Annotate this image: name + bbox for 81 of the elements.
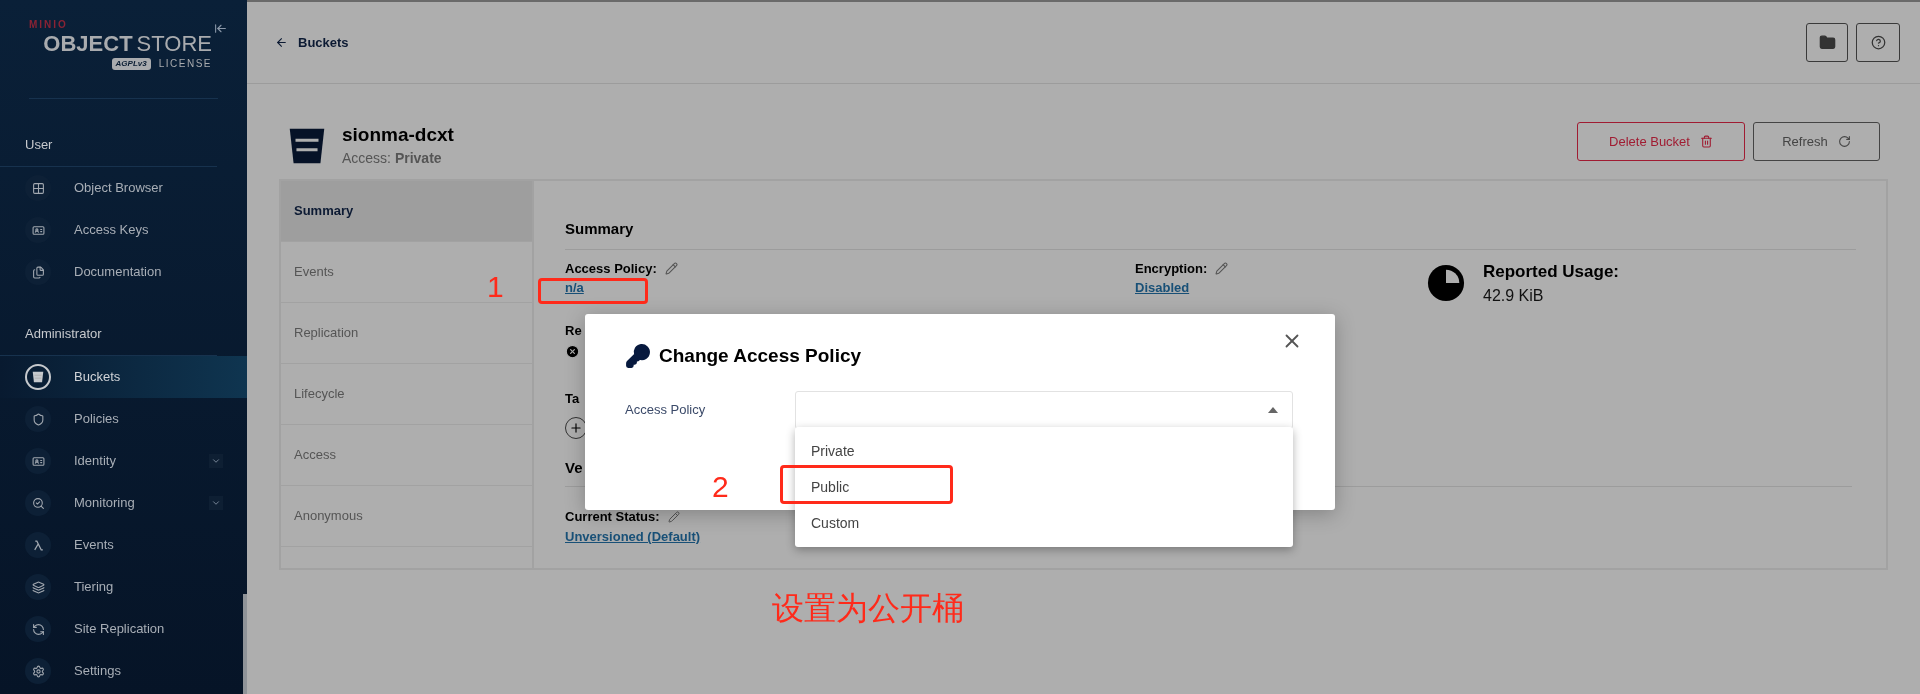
license-text: LICENSE [158, 59, 212, 69]
product-name: OBJECT [43, 33, 133, 55]
help-button[interactable] [1856, 23, 1900, 62]
sidebar-label: Buckets [74, 368, 122, 387]
documents-icon [31, 265, 45, 279]
encryption-link[interactable]: Disabled [1135, 278, 1190, 298]
field-label: Encryption: [1135, 259, 1208, 278]
dropdown-option[interactable]: Custom [795, 505, 1293, 541]
chevron-icon[interactable] [209, 496, 223, 510]
bucket-name: sionma-dcxt [342, 123, 454, 147]
sidebar-label: Identity [74, 452, 117, 471]
chevron-icon[interactable] [209, 454, 223, 468]
lambda-icon [31, 538, 45, 552]
scrollbar[interactable] [243, 594, 247, 694]
sidebar-item[interactable]: Access Keys [0, 209, 247, 251]
layers-icon [31, 580, 45, 594]
access-policy-link[interactable]: n/a [565, 278, 584, 298]
partial-label: Ta [565, 390, 581, 408]
collapse-icon[interactable] [214, 22, 227, 35]
sidebar-label: Policies [74, 410, 120, 429]
sync-icon [31, 622, 45, 636]
sidebar-label: Access Keys [74, 221, 150, 240]
sidebar-item[interactable]: Site Replication [0, 608, 247, 650]
back-link[interactable]: Buckets [275, 32, 349, 53]
sidebar-label: Object Browser [74, 179, 164, 198]
edit-icon[interactable] [664, 261, 678, 275]
section-title: User [25, 137, 53, 152]
pie-chart-icon [1427, 264, 1465, 303]
step-number: 1 [487, 272, 504, 302]
section-title: Administrator [25, 326, 102, 341]
sidebar-item[interactable]: Identity [0, 440, 247, 482]
help-icon [1870, 35, 1886, 50]
magnifier-icon [31, 496, 45, 510]
partial-label: Re [565, 321, 583, 340]
edit-icon[interactable] [1215, 261, 1229, 275]
usage-label: Reported Usage: [1483, 260, 1620, 283]
id-card-icon [31, 454, 45, 468]
refresh-icon [1837, 135, 1851, 148]
bucket-access: Access: Private [342, 149, 443, 168]
sidebar-item[interactable]: Monitoring [0, 482, 247, 524]
refresh-button[interactable]: Refresh [1753, 122, 1880, 161]
sidebar-label: Settings [74, 662, 122, 681]
annotation-caption: 设置为公开桶 [772, 592, 964, 624]
settings-icon [31, 664, 45, 678]
field-label: Access Policy [625, 400, 707, 419]
folder-button[interactable] [1806, 23, 1848, 62]
product-name: STORE [136, 33, 212, 55]
sidebar-label: Tiering [74, 578, 115, 597]
grid-icon [31, 181, 45, 195]
bucket-icon [31, 370, 45, 384]
sidebar-label: Monitoring [74, 494, 136, 513]
field-label: Access Policy: [565, 259, 657, 278]
plus-icon [569, 420, 583, 435]
usage-value: 42.9 KiB [1483, 286, 1545, 306]
tab[interactable]: Summary [281, 181, 532, 242]
trash-icon [1699, 135, 1713, 148]
id-card-icon [31, 223, 45, 237]
back-label: Buckets [298, 33, 349, 52]
sidebar-item[interactable]: Tiering [0, 566, 247, 608]
versioning-link[interactable]: Unversioned (Default) [565, 526, 701, 546]
back-arrow-icon [275, 36, 288, 49]
sidebar-item[interactable]: Policies [0, 398, 247, 440]
sidebar-item[interactable]: Settings [0, 650, 247, 692]
sidebar-item[interactable]: Object Browser [0, 167, 247, 209]
cross-circle-icon [565, 344, 580, 359]
sidebar-item[interactable]: Events [0, 524, 247, 566]
folder-icon [1818, 34, 1836, 51]
edit-icon[interactable] [667, 510, 680, 523]
section-heading: Summary [565, 218, 1856, 250]
license-badge: AGPLv3 [111, 58, 151, 70]
caret-icon [1268, 406, 1278, 413]
sidebar-label: Events [74, 536, 115, 555]
brand-text: MINIO [29, 20, 68, 30]
key-icon [625, 343, 651, 370]
sidebar-label: Site Replication [74, 620, 166, 639]
sidebar-label: Documentation [74, 263, 163, 282]
dialog-title: Change Access Policy [659, 344, 862, 368]
sidebar-item[interactable]: Documentation [0, 251, 247, 293]
shield-icon [31, 412, 45, 426]
field-label: Current Status: [565, 508, 660, 526]
delete-button[interactable]: Delete Bucket [1577, 122, 1745, 161]
